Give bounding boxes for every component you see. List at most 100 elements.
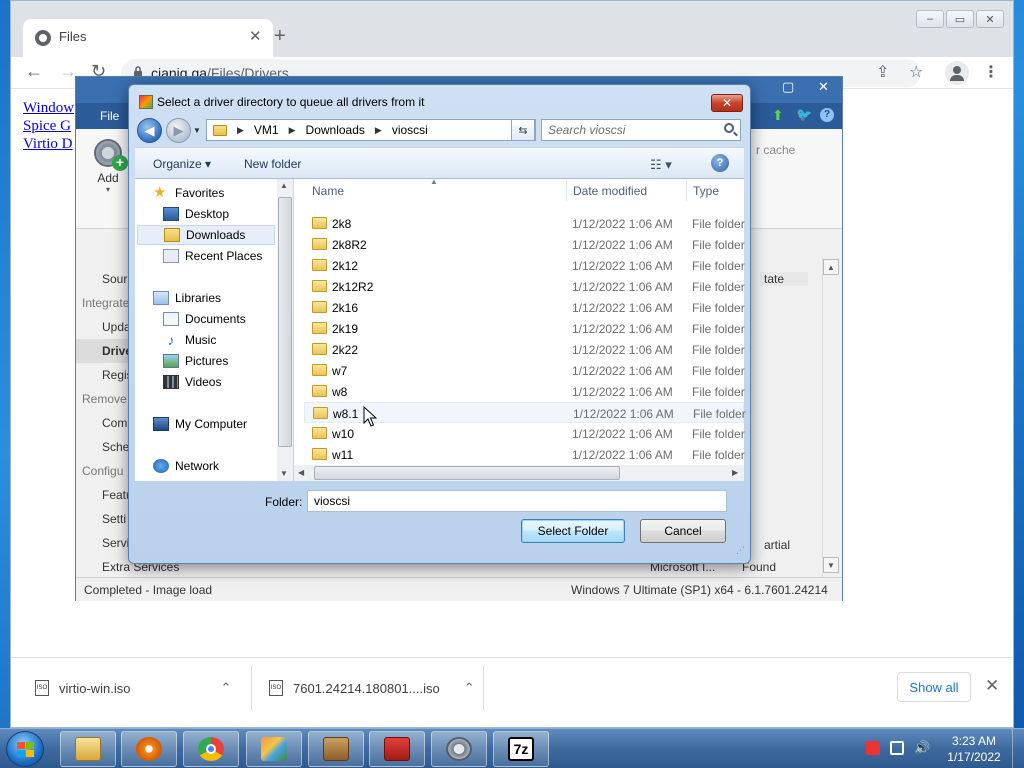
nav-music[interactable]: ♪ Music: [163, 330, 217, 350]
start-button[interactable]: [6, 731, 44, 767]
music-icon: ♪: [167, 332, 175, 348]
file-row[interactable]: 2k12R2 1/12/2022 1:06 AM File folder: [304, 276, 745, 297]
nav-network[interactable]: Network: [153, 456, 219, 476]
select-folder-button[interactable]: Select Folder: [521, 519, 625, 543]
show-desktop-button[interactable]: [1012, 729, 1024, 768]
taskbar-ntlite[interactable]: [246, 731, 302, 767]
link-virtio[interactable]: Virtio D: [23, 135, 74, 153]
system-clock[interactable]: 3:23 AM 1/17/2022: [944, 733, 1004, 765]
horizontal-scrollbar[interactable]: ◀ ▶: [294, 465, 744, 481]
back-arrow-icon[interactable]: ←: [25, 61, 43, 82]
star-icon[interactable]: ☆: [909, 62, 923, 82]
nav-my-computer[interactable]: My Computer: [153, 414, 247, 434]
close-download-bar-icon[interactable]: ✕: [985, 676, 999, 696]
close-window-button[interactable]: ✕: [976, 10, 1004, 28]
profile-icon[interactable]: [945, 61, 969, 85]
help-icon[interactable]: ?: [820, 108, 834, 122]
chevron-right-icon[interactable]: ▶: [289, 125, 296, 136]
file-row[interactable]: 2k16 1/12/2022 1:06 AM File folder: [304, 297, 745, 318]
horizontal-scroll-thumb[interactable]: [314, 466, 620, 480]
dialog-close-button[interactable]: ✕: [711, 94, 743, 112]
column-header-name[interactable]: Name: [312, 179, 344, 203]
file-menu[interactable]: File: [100, 109, 119, 123]
add-button[interactable]: Add ▾: [90, 139, 128, 194]
taskbar-archive[interactable]: [308, 731, 364, 767]
taskbar-toolbox[interactable]: [369, 731, 425, 767]
tab-files[interactable]: Files ✕: [23, 19, 273, 57]
scroll-down-icon[interactable]: ▼: [823, 557, 839, 573]
nav-desktop[interactable]: Desktop: [163, 204, 229, 224]
file-row[interactable]: 2k8 1/12/2022 1:06 AM File folder: [304, 213, 745, 234]
file-row[interactable]: 2k19 1/12/2022 1:06 AM File folder: [304, 318, 745, 339]
nav-downloads[interactable]: Downloads: [137, 225, 275, 245]
file-row[interactable]: 2k12 1/12/2022 1:06 AM File folder: [304, 255, 745, 276]
nav-recent-places[interactable]: Recent Places: [163, 246, 262, 266]
show-all-button[interactable]: Show all: [897, 672, 971, 702]
column-header-date[interactable]: Date modified: [573, 179, 647, 203]
help-button[interactable]: ?: [711, 154, 729, 172]
column-divider[interactable]: [566, 181, 567, 201]
maximize-button[interactable]: ▭: [946, 10, 974, 28]
column-header-type[interactable]: Type: [693, 179, 719, 203]
nav-scroll-thumb[interactable]: [278, 197, 292, 447]
file-name: 2k8R2: [332, 238, 367, 252]
file-row[interactable]: 2k22 1/12/2022 1:06 AM File folder: [304, 339, 745, 360]
twitter-icon[interactable]: 🐦: [796, 107, 812, 123]
volume-icon[interactable]: 🔊: [914, 741, 930, 755]
nav-videos[interactable]: Videos: [163, 372, 221, 392]
nav-libraries[interactable]: Libraries: [153, 288, 221, 308]
cancel-button[interactable]: Cancel: [640, 519, 726, 543]
file-row[interactable]: w8 1/12/2022 1:06 AM File folder: [304, 381, 745, 402]
breadcrumb-vioscsi[interactable]: vioscsi: [392, 123, 428, 137]
forward-button[interactable]: ▶: [166, 118, 191, 143]
nav-documents[interactable]: Documents: [163, 309, 246, 329]
nav-pictures[interactable]: Pictures: [163, 351, 228, 371]
breadcrumb-downloads[interactable]: Downloads: [306, 123, 365, 137]
file-row[interactable]: w7 1/12/2022 1:06 AM File folder: [304, 360, 745, 381]
file-row[interactable]: 2k8R2 1/12/2022 1:06 AM File folder: [304, 234, 745, 255]
taskbar-settings[interactable]: [431, 731, 487, 767]
taskbar-media[interactable]: [121, 731, 177, 767]
tab-close-icon[interactable]: ✕: [249, 27, 262, 45]
download-item[interactable]: ISO virtio-win.iso ⌃: [35, 674, 231, 702]
action-center-icon[interactable]: [866, 741, 880, 755]
view-options-icon[interactable]: ☷ ▾: [650, 157, 672, 173]
new-folder-button[interactable]: New folder: [244, 157, 301, 171]
network-tray-icon[interactable]: [890, 741, 904, 755]
taskbar-chrome[interactable]: [183, 731, 239, 767]
refresh-button[interactable]: ⇆: [511, 119, 535, 141]
chevron-right-icon[interactable]: ▶: [237, 125, 244, 136]
organize-button[interactable]: Organize ▾: [153, 157, 211, 171]
breadcrumb[interactable]: ▶ VM1 ▶ Downloads ▶ vioscsi ▼: [206, 119, 536, 141]
chevron-up-icon[interactable]: ⌃: [221, 680, 232, 696]
folder-name-input[interactable]: vioscsi: [307, 490, 727, 512]
chevron-up-icon[interactable]: ⌃: [464, 680, 475, 696]
search-input[interactable]: Search vioscsi: [541, 119, 741, 141]
minimize-button[interactable]: –: [916, 10, 944, 28]
chevron-right-icon[interactable]: ▶: [375, 125, 382, 136]
taskbar-explorer[interactable]: [60, 731, 116, 767]
taskbar-7zip[interactable]: 7z: [493, 731, 549, 767]
menu-kebab-icon[interactable]: ⋮: [983, 62, 999, 82]
close-icon[interactable]: ✕: [818, 79, 829, 95]
history-dropdown-icon[interactable]: ▼: [193, 126, 201, 135]
update-arrow-icon[interactable]: ⬆: [772, 107, 784, 124]
vertical-scrollbar[interactable]: ▲ ▼: [822, 257, 840, 577]
new-tab-button[interactable]: +: [274, 25, 286, 48]
back-button[interactable]: ◀: [137, 118, 162, 143]
breadcrumb-vm1[interactable]: VM1: [254, 123, 279, 137]
scroll-up-icon[interactable]: ▲: [823, 259, 839, 275]
scroll-right-icon[interactable]: ▶: [732, 468, 738, 477]
share-icon[interactable]: ⇪: [876, 62, 889, 82]
maximize-icon[interactable]: ▢: [782, 79, 794, 95]
scroll-left-icon[interactable]: ◀: [298, 468, 304, 477]
link-spice[interactable]: Spice G: [23, 117, 74, 135]
link-windows[interactable]: Window: [23, 99, 74, 117]
resize-grip-icon[interactable]: ⋰: [736, 545, 745, 556]
scroll-up-icon[interactable]: ▲: [280, 181, 288, 190]
download-item[interactable]: ISO 7601.24214.180801....iso ⌃: [269, 674, 475, 702]
scroll-down-icon[interactable]: ▼: [280, 469, 288, 478]
column-divider[interactable]: [686, 181, 687, 201]
file-row[interactable]: w11 1/12/2022 1:06 AM File folder: [304, 444, 745, 465]
nav-favorites[interactable]: ★ Favorites: [153, 183, 224, 203]
